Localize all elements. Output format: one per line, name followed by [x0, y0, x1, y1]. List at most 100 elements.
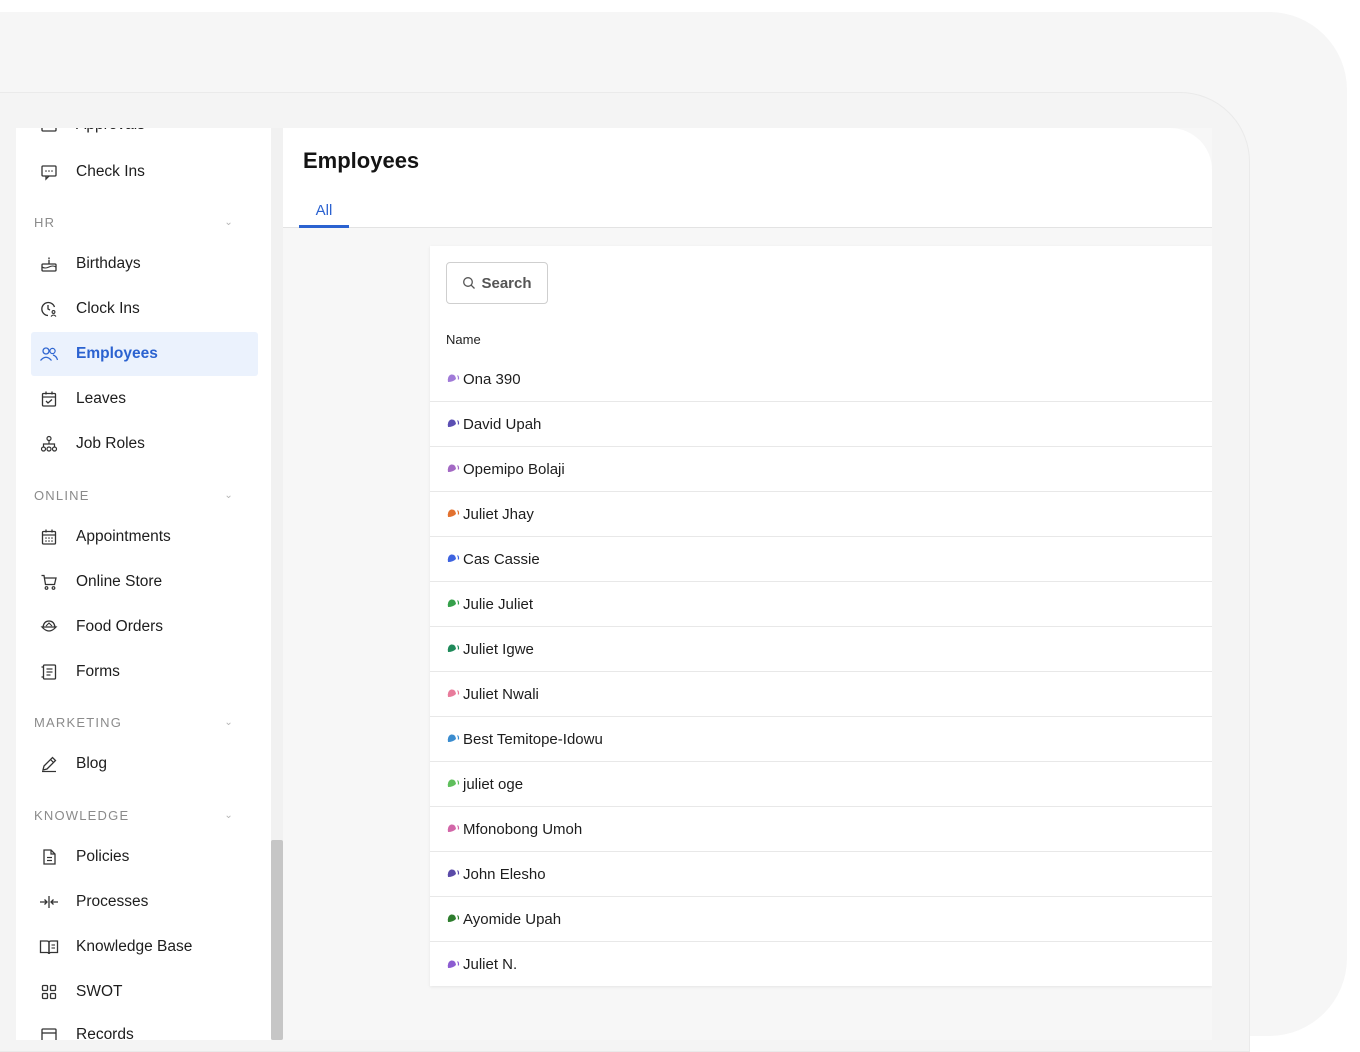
employee-name[interactable]: Cas Cassie	[463, 551, 540, 568]
employee-name[interactable]: Ona 390	[463, 371, 521, 388]
table-row[interactable]: David Upah	[430, 402, 1212, 447]
processes-icon	[39, 892, 59, 912]
table-row[interactable]: Ayomide Upah	[430, 897, 1212, 942]
sidebar-scrollbar[interactable]	[271, 128, 283, 1040]
section-title: ONLINE	[34, 487, 90, 503]
sidebar-item-label: Approvals	[76, 128, 145, 134]
section-header-online[interactable]: ONLINE ⌄	[34, 485, 234, 505]
sidebar-item-processes[interactable]: Processes	[31, 880, 258, 924]
main-content: Employees All Search Name Ona 390 David U…	[283, 128, 1212, 1040]
table-row[interactable]: Best Temitope-Idowu	[430, 717, 1212, 762]
table-row[interactable]: Julie Juliet	[430, 582, 1212, 627]
section-header-hr[interactable]: HR ⌄	[34, 212, 234, 232]
sidebar: Approvals Check Ins HR ⌄ Birthdays Clock Ins E…	[16, 128, 274, 1040]
table-row[interactable]: Juliet Igwe	[430, 627, 1212, 672]
users-icon	[39, 344, 59, 364]
employee-name[interactable]: Opemipo Bolaji	[463, 461, 565, 478]
sidebar-item-check-ins[interactable]: Check Ins	[31, 150, 258, 194]
chevron-down-icon: ⌄	[224, 716, 234, 728]
avatar-icon	[446, 823, 460, 835]
employees-card: Search Name Ona 390 David Upah Opemipo Bol…	[430, 246, 1212, 986]
employee-name[interactable]: Juliet Igwe	[463, 641, 534, 658]
sidebar-item-label: Processes	[76, 893, 149, 910]
sidebar-item-appointments[interactable]: Appointments	[31, 515, 258, 559]
sidebar-item-label: Online Store	[76, 573, 163, 590]
column-header-name[interactable]: Name	[446, 332, 481, 347]
grid-icon	[39, 982, 59, 1002]
avatar-icon	[446, 418, 460, 430]
employee-name[interactable]: David Upah	[463, 416, 541, 433]
page-header: Employees All	[283, 128, 1212, 228]
sidebar-item-label: Records	[76, 1026, 134, 1040]
section-title: HR	[34, 214, 56, 230]
sidebar-item-swot[interactable]: SWOT	[31, 970, 258, 1014]
sidebar-item-knowledge-base[interactable]: Knowledge Base	[31, 925, 258, 969]
sidebar-item-blog[interactable]: Blog	[31, 742, 258, 786]
section-header-marketing[interactable]: MARKETING ⌄	[34, 712, 234, 732]
scrollbar-thumb[interactable]	[271, 840, 283, 1040]
employee-name[interactable]: juliet oge	[463, 776, 523, 793]
sidebar-item-label: Food Orders	[76, 618, 164, 635]
employee-name[interactable]: Juliet N.	[463, 956, 517, 973]
chevron-down-icon: ⌄	[224, 809, 234, 821]
sidebar-item-label: Blog	[76, 755, 108, 772]
avatar-icon	[446, 959, 460, 971]
table-row[interactable]: Cas Cassie	[430, 537, 1212, 582]
avatar-icon	[446, 733, 460, 745]
table-row[interactable]: Ona 390	[430, 357, 1212, 402]
section-header-knowledge[interactable]: KNOWLEDGE ⌄	[34, 805, 234, 825]
sidebar-item-label: Check Ins	[76, 163, 145, 180]
avatar-icon	[446, 463, 460, 475]
avatar-icon	[446, 508, 460, 520]
table-row[interactable]: John Elesho	[430, 852, 1212, 897]
records-icon	[39, 1025, 59, 1040]
sidebar-item-label: Leaves	[76, 390, 126, 407]
search-label: Search	[481, 274, 532, 292]
sidebar-item-label: Appointments	[76, 528, 171, 545]
page-title: Employees	[303, 148, 420, 173]
employee-name[interactable]: Mfonobong Umoh	[463, 821, 582, 838]
employee-name[interactable]: Best Temitope-Idowu	[463, 731, 603, 748]
approvals-icon	[39, 128, 59, 135]
employee-name[interactable]: Juliet Jhay	[463, 506, 534, 523]
pen-icon	[39, 754, 59, 774]
sidebar-item-job-roles[interactable]: Job Roles	[31, 422, 258, 466]
sidebar-item-label: Employees	[76, 345, 158, 362]
sidebar-item-leaves[interactable]: Leaves	[31, 377, 258, 421]
table-row[interactable]: Juliet Nwali	[430, 672, 1212, 717]
table-row[interactable]: juliet oge	[430, 762, 1212, 807]
avatar-icon	[446, 868, 460, 880]
employee-name[interactable]: Ayomide Upah	[463, 911, 561, 928]
employee-name[interactable]: Juliet Nwali	[463, 686, 539, 703]
table-row[interactable]: Juliet N.	[430, 942, 1212, 987]
sidebar-item-forms[interactable]: Forms	[31, 650, 258, 694]
chevron-down-icon: ⌄	[224, 216, 234, 228]
table-row[interactable]: Opemipo Bolaji	[430, 447, 1212, 492]
search-icon	[463, 277, 476, 289]
table-row[interactable]: Juliet Jhay	[430, 492, 1212, 537]
sidebar-item-employees[interactable]: Employees	[31, 332, 258, 376]
tab-all[interactable]: All	[299, 200, 349, 228]
sidebar-item-clock-ins[interactable]: Clock Ins	[31, 287, 258, 331]
chevron-down-icon: ⌄	[224, 489, 234, 501]
employee-name[interactable]: Julie Juliet	[463, 596, 533, 613]
sidebar-item-records[interactable]: Records	[31, 1013, 258, 1040]
calendar-grid-icon	[39, 527, 59, 547]
sidebar-item-food-orders[interactable]: Food Orders	[31, 605, 258, 649]
avatar-icon	[446, 913, 460, 925]
table-row[interactable]: Mfonobong Umoh	[430, 807, 1212, 852]
search-button[interactable]: Search	[446, 262, 548, 304]
avatar-icon	[446, 778, 460, 790]
sidebar-item-approvals[interactable]: Approvals	[31, 128, 258, 147]
section-title: KNOWLEDGE	[34, 807, 130, 823]
form-icon	[39, 662, 59, 682]
sidebar-item-label: Forms	[76, 663, 120, 680]
org-chart-icon	[39, 434, 59, 454]
calendar-check-icon	[39, 389, 59, 409]
sidebar-item-online-store[interactable]: Online Store	[31, 560, 258, 604]
sidebar-item-birthdays[interactable]: Birthdays	[31, 242, 258, 286]
sidebar-item-policies[interactable]: Policies	[31, 835, 258, 879]
employee-name[interactable]: John Elesho	[463, 866, 546, 883]
app-window: Approvals Check Ins HR ⌄ Birthdays Clock Ins E…	[0, 128, 1212, 1040]
clock-user-icon	[39, 299, 59, 319]
